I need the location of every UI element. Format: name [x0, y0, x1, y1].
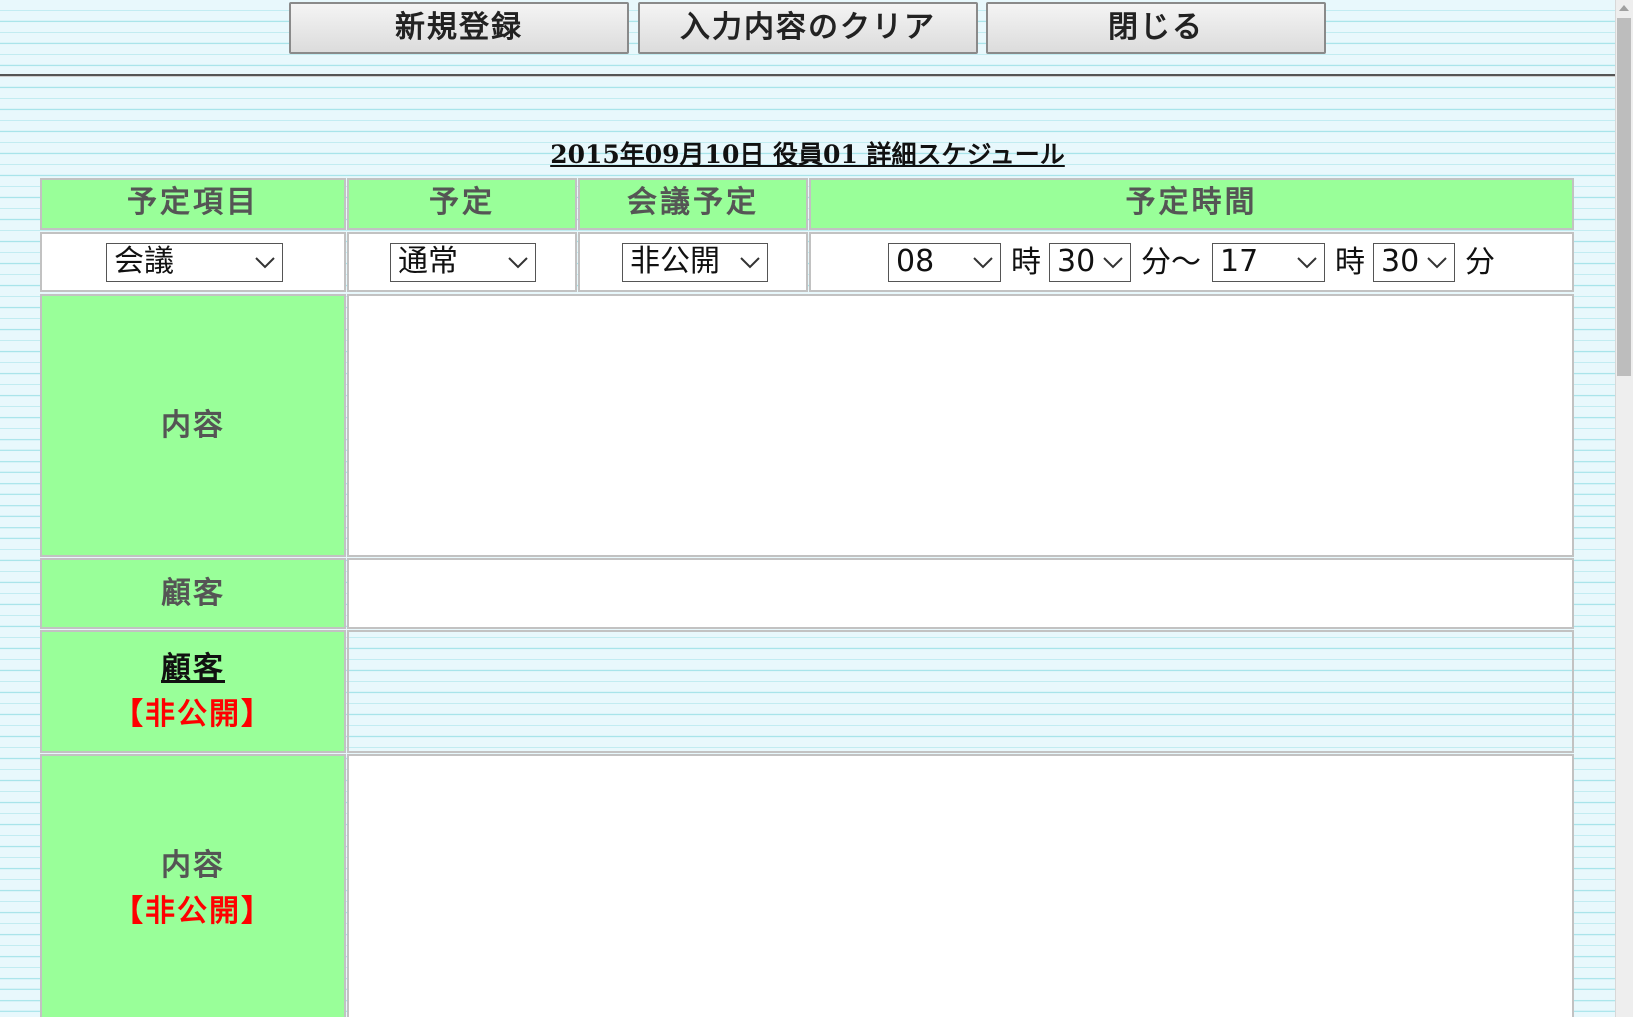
item-select-cell: 会議	[40, 232, 346, 292]
customer-input[interactable]	[347, 558, 1574, 629]
chevron-down-icon	[1297, 257, 1317, 269]
divider	[0, 74, 1615, 77]
header-meeting: 会議予定	[578, 178, 808, 230]
chevron-down-icon	[508, 257, 528, 269]
chevron-down-icon	[973, 257, 993, 269]
chevron-down-icon	[1427, 257, 1447, 269]
customer-private-label-cell: 顧客 【非公開】	[40, 630, 346, 753]
item-select[interactable]: 会議	[106, 243, 283, 282]
start-hour-value: 08	[896, 244, 935, 279]
schedule-select-value: 通常	[398, 244, 458, 279]
meeting-select[interactable]: 非公開	[622, 243, 768, 282]
private-tag: 【非公開】	[113, 894, 273, 929]
private-tag: 【非公開】	[113, 696, 273, 732]
end-minute-select[interactable]: 30	[1373, 243, 1455, 282]
content-textarea[interactable]	[347, 294, 1574, 557]
chevron-down-icon	[1103, 257, 1123, 269]
start-minute-select[interactable]: 30	[1049, 243, 1131, 282]
meeting-select-value: 非公開	[630, 244, 720, 279]
toolbar: 新規登録 入力内容のクリア 閉じる	[0, 0, 1615, 58]
schedule-select-cell: 通常	[347, 232, 577, 292]
schedule-page: { "toolbar": { "register_label": "新規登録",…	[0, 0, 1633, 1017]
content-private-textarea[interactable]	[347, 754, 1574, 1017]
end-hour-select[interactable]: 17	[1212, 243, 1325, 282]
hour-unit-label: 時	[1011, 245, 1041, 280]
time-select-cell: 08 時 30 分〜 17 時 30 分	[809, 232, 1574, 292]
chevron-down-icon	[255, 257, 275, 269]
header-time: 予定時間	[809, 178, 1574, 230]
end-minute-value: 30	[1381, 244, 1420, 279]
header-schedule: 予定	[347, 178, 577, 230]
meeting-select-cell: 非公開	[578, 232, 808, 292]
customer-label: 顧客	[161, 575, 225, 611]
start-minute-value: 30	[1057, 244, 1096, 279]
schedule-select[interactable]: 通常	[390, 243, 536, 282]
clear-input-button[interactable]: 入力内容のクリア	[638, 2, 978, 54]
page-title: 2015年09月10日 役員01 詳細スケジュール	[550, 140, 1065, 169]
customer-private-label: 顧客	[161, 650, 225, 686]
end-hour-value: 17	[1220, 244, 1259, 279]
start-hour-select[interactable]: 08	[888, 243, 1001, 282]
register-button[interactable]: 新規登録	[289, 2, 629, 54]
hour-unit-label: 時	[1335, 245, 1365, 280]
content-private-label-cell: 内容 【非公開】	[40, 754, 346, 1017]
minute-unit-label: 分	[1465, 245, 1495, 280]
content-label: 内容	[161, 407, 225, 443]
close-button[interactable]: 閉じる	[986, 2, 1326, 54]
scrollbar-thumb[interactable]	[1617, 18, 1631, 376]
customer-private-area	[347, 630, 1574, 753]
chevron-down-icon	[740, 257, 760, 269]
content-label-cell: 内容	[40, 294, 346, 557]
item-select-value: 会議	[114, 244, 174, 279]
header-item: 予定項目	[40, 178, 346, 230]
scroll-up-arrow-icon[interactable]	[1618, 3, 1630, 13]
minute-range-label: 分〜	[1141, 245, 1201, 280]
content-private-label: 内容	[161, 848, 225, 883]
customer-label-cell: 顧客	[40, 558, 346, 629]
